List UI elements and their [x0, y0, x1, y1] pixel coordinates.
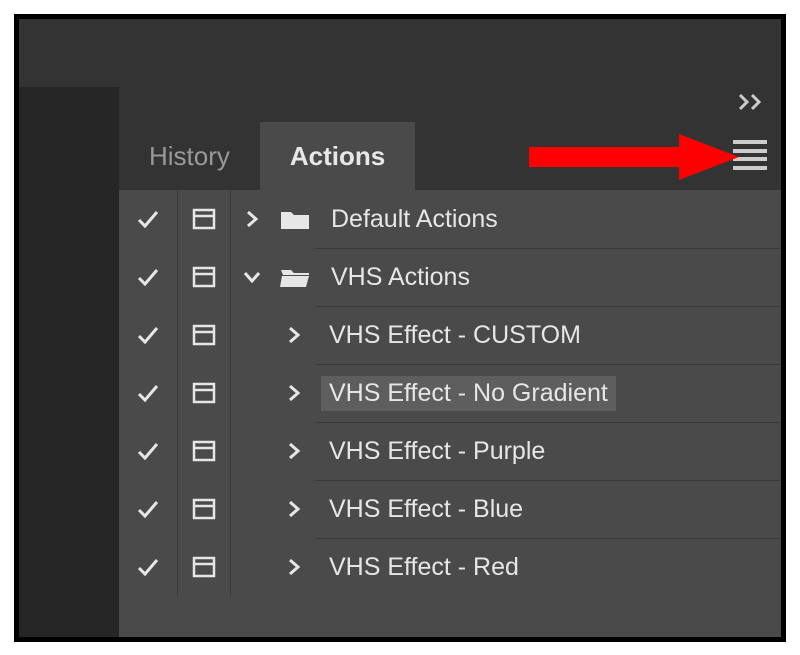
- tab-actions[interactable]: Actions: [260, 122, 415, 190]
- toggle-checkbox[interactable]: [119, 480, 178, 538]
- row-label-text: VHS Effect - No Gradient: [321, 376, 616, 411]
- tab-history[interactable]: History: [119, 122, 260, 190]
- toggle-checkbox[interactable]: [119, 248, 178, 306]
- chevron-down-icon[interactable]: [231, 248, 273, 306]
- panel-tabs: History Actions: [119, 122, 781, 190]
- row-label-text: VHS Effect - Blue: [321, 492, 531, 527]
- title-bar: [19, 19, 781, 87]
- chevron-right-icon[interactable]: [273, 538, 315, 596]
- row-label-text: VHS Actions: [323, 260, 478, 295]
- chevron-right-icon[interactable]: [273, 422, 315, 480]
- action-row[interactable]: VHS Effect - Purple: [119, 422, 781, 480]
- row-label[interactable]: VHS Effect - Red: [315, 538, 781, 596]
- dialog-toggle[interactable]: [178, 480, 231, 538]
- actions-panel: History Actions Default Actions VHS Actio…: [119, 122, 781, 637]
- chevron-right-icon[interactable]: [273, 480, 315, 538]
- toggle-checkbox[interactable]: [119, 538, 178, 596]
- action-row[interactable]: VHS Effect - CUSTOM: [119, 306, 781, 364]
- panel-menu-button[interactable]: [733, 140, 767, 170]
- app-frame: History Actions Default Actions VHS Actio…: [14, 14, 786, 642]
- dialog-toggle[interactable]: [178, 306, 231, 364]
- row-label-text: VHS Effect - Purple: [321, 434, 553, 469]
- row-label[interactable]: VHS Effect - Purple: [315, 422, 781, 480]
- dialog-toggle[interactable]: [178, 364, 231, 422]
- row-label[interactable]: VHS Effect - No Gradient: [315, 364, 781, 422]
- toggle-checkbox[interactable]: [119, 364, 178, 422]
- expand-dock-button[interactable]: [732, 89, 772, 117]
- action-row[interactable]: VHS Effect - No Gradient: [119, 364, 781, 422]
- chevron-right-icon[interactable]: [231, 190, 273, 248]
- toggle-checkbox[interactable]: [119, 306, 178, 364]
- annotation-arrow-icon: [529, 132, 749, 182]
- action-set-row[interactable]: VHS Actions: [119, 248, 781, 306]
- dialog-toggle[interactable]: [178, 248, 231, 306]
- folder-icon: [273, 248, 317, 306]
- row-label-text: VHS Effect - Red: [321, 550, 527, 585]
- toggle-checkbox[interactable]: [119, 422, 178, 480]
- dialog-toggle[interactable]: [178, 538, 231, 596]
- folder-icon: [273, 190, 317, 248]
- row-label[interactable]: VHS Effect - CUSTOM: [315, 306, 781, 364]
- row-label[interactable]: VHS Effect - Blue: [315, 480, 781, 538]
- action-row[interactable]: VHS Effect - Blue: [119, 480, 781, 538]
- dialog-toggle[interactable]: [178, 422, 231, 480]
- actions-list[interactable]: Default Actions VHS Actions VHS Effect - C…: [119, 190, 781, 637]
- chevron-right-icon[interactable]: [273, 306, 315, 364]
- row-label-text: Default Actions: [323, 202, 506, 237]
- dialog-toggle[interactable]: [178, 190, 231, 248]
- action-set-row[interactable]: Default Actions: [119, 190, 781, 248]
- action-row[interactable]: VHS Effect - Red: [119, 538, 781, 596]
- toggle-checkbox[interactable]: [119, 190, 178, 248]
- dock-gutter: [19, 87, 119, 637]
- chevron-right-icon[interactable]: [273, 364, 315, 422]
- row-label[interactable]: VHS Actions: [317, 248, 781, 306]
- row-label[interactable]: Default Actions: [317, 190, 781, 248]
- row-label-text: VHS Effect - CUSTOM: [321, 318, 589, 353]
